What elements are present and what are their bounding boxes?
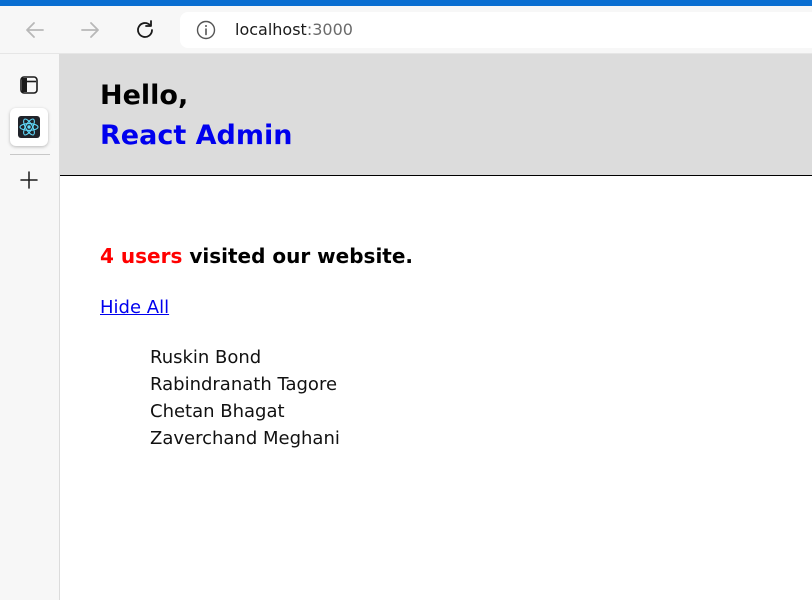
new-tab-button[interactable] (10, 161, 48, 199)
page-header: Hello, React Admin (60, 54, 812, 176)
greeting-heading: Hello, (100, 80, 189, 111)
active-tab-react[interactable] (10, 108, 48, 146)
info-icon[interactable] (196, 20, 216, 40)
hide-all-link[interactable]: Hide All (100, 297, 169, 318)
tab-actions-button[interactable] (10, 66, 48, 104)
address-host: localhost (235, 20, 307, 39)
visit-summary: 4 users visited our website. (100, 244, 413, 268)
sidebar-divider (10, 154, 50, 155)
react-icon (18, 116, 40, 138)
visit-count: 4 users (100, 244, 183, 268)
admin-name: React Admin (100, 120, 293, 151)
browser-toolbar: localhost:3000 (0, 6, 812, 54)
refresh-icon (137, 20, 153, 38)
back-icon (26, 22, 44, 38)
address-bar[interactable]: localhost:3000 (180, 12, 812, 48)
address-port: :3000 (306, 20, 353, 39)
list-item: Chetan Bhagat (150, 401, 285, 422)
user-list: Ruskin Bond Rabindranath Tagore Chetan B… (150, 344, 340, 452)
browser-sidebar (0, 54, 60, 600)
back-button[interactable] (19, 14, 51, 46)
list-item: Rabindranath Tagore (150, 374, 338, 395)
main-content: 4 users visited our website. Hide All Ru… (60, 176, 812, 600)
tab-layout-icon (20, 76, 38, 94)
visit-text: visited our website. (182, 244, 414, 268)
list-item: Zaverchand Meghani (150, 428, 340, 449)
forward-button[interactable] (74, 14, 106, 46)
refresh-button[interactable] (129, 14, 161, 46)
list-item: Ruskin Bond (150, 347, 262, 368)
address-text: localhost:3000 (235, 20, 353, 40)
forward-icon (81, 22, 99, 38)
plus-icon (20, 171, 38, 189)
